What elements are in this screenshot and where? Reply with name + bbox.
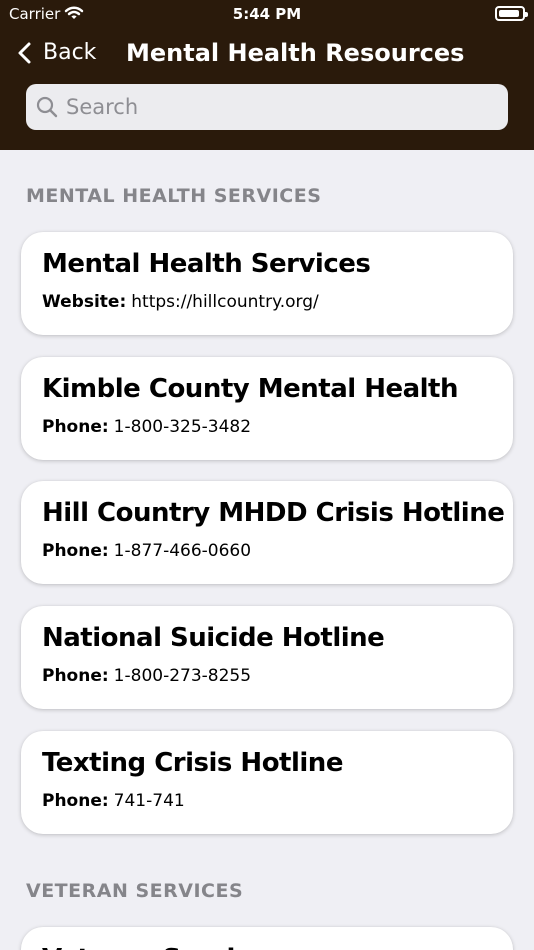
website-link[interactable]: https://hillcountry.org/ [131, 292, 318, 312]
navigation-header: Carrier 5:44 PM Back Mental Health Resou… [0, 0, 534, 150]
search-input[interactable] [66, 95, 486, 119]
phone-number[interactable]: 1-800-325-3482 [114, 417, 251, 437]
battery-icon [495, 6, 528, 21]
resource-detail: Phone: 741-741 [42, 789, 185, 813]
resource-title: Hill Country MHDD Crisis Hotline [42, 498, 505, 528]
section-header-veteran-services: VETERAN SERVICES [26, 880, 244, 902]
resource-detail: Website: https://hillcountry.org/ [42, 290, 319, 314]
mental-health-resources-screen: Carrier 5:44 PM Back Mental Health Resou… [0, 0, 534, 950]
search-field[interactable] [26, 84, 508, 130]
resource-card-veteran-services[interactable]: Veteran Services [21, 927, 513, 950]
back-label: Back [43, 40, 97, 65]
navigation-row: Back Mental Health Resources [0, 33, 534, 73]
section-header-mental-health-services: MENTAL HEALTH SERVICES [26, 185, 322, 207]
resource-card-kimble-county-mental-health[interactable]: Kimble County Mental Health Phone: 1-800-… [21, 357, 513, 460]
resource-title: Kimble County Mental Health [42, 374, 459, 404]
phone-number[interactable]: 1-877-466-0660 [114, 541, 251, 561]
phone-number[interactable]: 1-800-273-8255 [114, 666, 251, 686]
website-label: Website: [42, 292, 127, 312]
search-icon [36, 96, 58, 118]
status-time: 5:44 PM [232, 5, 302, 23]
chevron-left-icon [15, 41, 35, 65]
phone-number[interactable]: 741-741 [114, 791, 185, 811]
phone-label: Phone: [42, 791, 109, 811]
phone-label: Phone: [42, 417, 109, 437]
resource-title: National Suicide Hotline [42, 623, 385, 653]
resource-card-mental-health-services[interactable]: Mental Health Services Website: https://h… [21, 232, 513, 335]
resource-card-hill-country-mhdd-crisis-hotline[interactable]: Hill Country MHDD Crisis Hotline Phone: 1… [21, 481, 513, 584]
resource-detail: Phone: 1-877-466-0660 [42, 539, 251, 563]
battery-level-fill [499, 10, 519, 17]
resource-card-texting-crisis-hotline[interactable]: Texting Crisis Hotline Phone: 741-741 [21, 731, 513, 834]
phone-label: Phone: [42, 541, 109, 561]
resource-title: Veteran Services [42, 942, 282, 950]
status-bar: Carrier 5:44 PM [0, 0, 534, 28]
battery-tip [525, 12, 528, 17]
phone-label: Phone: [42, 666, 109, 686]
resource-title: Texting Crisis Hotline [42, 748, 343, 778]
back-button[interactable]: Back [15, 35, 96, 71]
resource-card-national-suicide-hotline[interactable]: National Suicide Hotline Phone: 1-800-273… [21, 606, 513, 709]
resource-detail: Phone: 1-800-273-8255 [42, 664, 251, 688]
resource-detail: Phone: 1-800-325-3482 [42, 415, 251, 439]
page-title: Mental Health Resources [126, 39, 465, 67]
resource-title: Mental Health Services [42, 249, 371, 279]
